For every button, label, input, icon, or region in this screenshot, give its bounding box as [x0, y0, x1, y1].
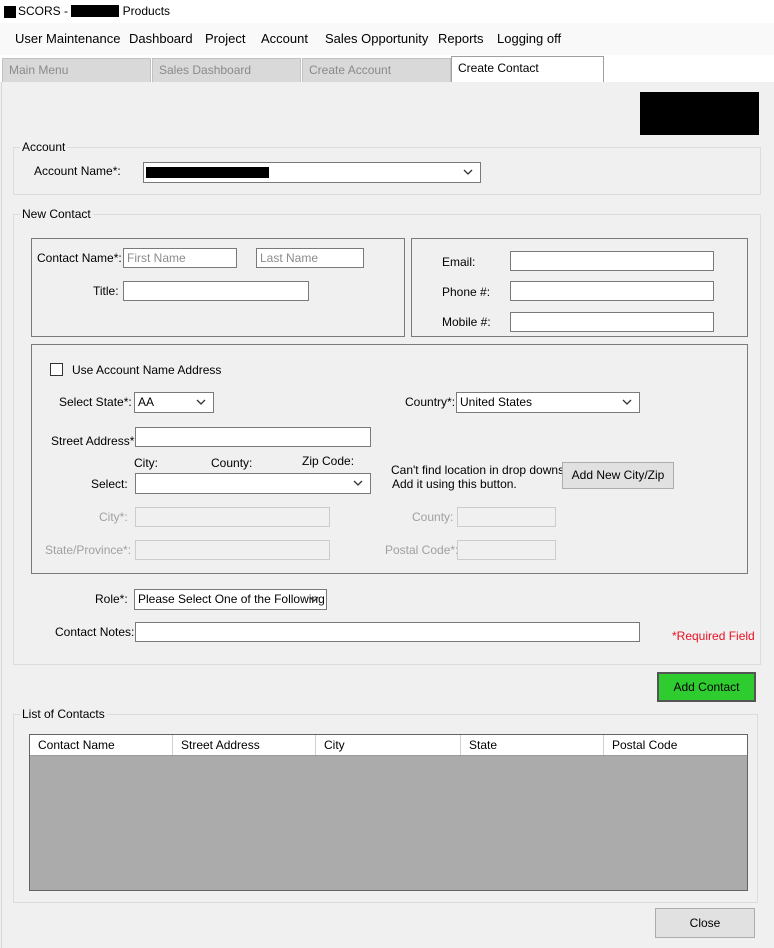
phone-input[interactable] [510, 281, 714, 301]
state-select[interactable]: AA [134, 392, 214, 413]
contacts-list-group-label: List of Contacts [20, 707, 107, 721]
first-name-input[interactable]: First Name [123, 248, 237, 268]
add-city-zip-button[interactable]: Add New City/Zip [562, 462, 674, 489]
city-label: City*: [99, 510, 128, 524]
use-account-address-checkbox[interactable] [50, 363, 63, 376]
add-contact-button[interactable]: Add Contact [657, 672, 756, 702]
menu-project[interactable]: Project [205, 31, 245, 46]
cant-find-text-line1: Can't find location in drop downs? [391, 463, 571, 477]
state-province-input [135, 540, 330, 560]
tab-sales-dashboard[interactable]: Sales Dashboard [152, 58, 301, 82]
menu-account[interactable]: Account [261, 31, 308, 46]
tab-main-menu[interactable]: Main Menu [2, 58, 151, 82]
contacts-grid-header: Contact Name Street Address City State P… [30, 735, 747, 756]
required-field-note: *Required Field [672, 629, 755, 643]
role-select[interactable]: Please Select One of the Following [134, 589, 327, 610]
chevron-down-icon [309, 596, 319, 602]
tab-create-account[interactable]: Create Account [302, 58, 451, 82]
chevron-down-icon [622, 399, 632, 405]
menu-sales-opportunity[interactable]: Sales Opportunity [325, 31, 428, 46]
account-name-label: Account Name*: [34, 164, 121, 178]
street-address-input[interactable] [135, 427, 371, 447]
use-account-address-label: Use Account Name Address [72, 363, 222, 377]
title-input[interactable] [123, 281, 309, 301]
county-label: County: [412, 510, 454, 524]
email-label: Email: [442, 255, 476, 269]
contact-notes-input[interactable] [135, 622, 640, 642]
menu-dashboard[interactable]: Dashboard [129, 31, 193, 46]
new-contact-group-label: New Contact [20, 207, 93, 221]
title-bar: SCORS - Products [0, 0, 774, 23]
menu-bar: User Maintenance Dashboard Project Accou… [0, 23, 774, 55]
postal-code-label: Postal Code*: [385, 543, 459, 557]
window-title-prefix: SCORS - [18, 4, 72, 18]
select-state-label: Select State*: [59, 395, 132, 409]
tab-create-contact[interactable]: Create Contact [451, 56, 604, 82]
column-header-street-address[interactable]: Street Address [173, 735, 316, 755]
column-header-state[interactable]: State [461, 735, 604, 755]
location-select-label: Select: [91, 477, 128, 491]
mobile-label: Mobile #: [442, 315, 491, 329]
chevron-down-icon [353, 480, 363, 486]
city-column-label: City: [134, 456, 158, 470]
state-province-label: State/Province*: [45, 543, 132, 557]
account-name-select[interactable] [143, 162, 481, 183]
app-icon [4, 6, 16, 18]
redacted-block [71, 5, 120, 17]
postal-code-input [457, 540, 556, 560]
account-group-label: Account [20, 140, 68, 154]
zip-column-label: Zip Code: [302, 454, 355, 468]
country-select[interactable]: United States [456, 392, 640, 413]
country-label: Country*: [405, 395, 456, 409]
email-input[interactable] [510, 251, 714, 271]
city-input [135, 507, 330, 527]
cant-find-text-line2: Add it using this button. [392, 477, 517, 491]
county-column-label: County: [211, 456, 253, 470]
role-select-value: Please Select One of the Following [138, 592, 325, 606]
role-label: Role*: [95, 592, 128, 606]
chevron-down-icon [196, 399, 206, 405]
column-header-city[interactable]: City [316, 735, 461, 755]
last-name-input[interactable]: Last Name [256, 248, 364, 268]
contact-name-label: Contact Name*: [37, 251, 122, 265]
chevron-down-icon [463, 169, 473, 175]
menu-logging-off[interactable]: Logging off [497, 31, 561, 46]
state-select-value: AA [138, 395, 155, 409]
column-header-contact-name[interactable]: Contact Name [30, 735, 173, 755]
county-input [457, 507, 556, 527]
window-title: SCORS - Products [18, 4, 170, 18]
location-select[interactable] [135, 473, 371, 494]
window-title-suffix: Products [119, 4, 171, 18]
street-address-label: Street Address*: [51, 434, 138, 448]
menu-reports[interactable]: Reports [438, 31, 484, 46]
phone-label: Phone #: [442, 285, 491, 299]
title-label: Title: [93, 284, 119, 298]
menu-user-maintenance[interactable]: User Maintenance [15, 31, 121, 46]
contacts-grid[interactable]: Contact Name Street Address City State P… [29, 734, 748, 891]
mobile-input[interactable] [510, 312, 714, 332]
contact-notes-label: Contact Notes: [55, 625, 135, 639]
country-select-value: United States [460, 395, 533, 409]
close-button[interactable]: Close [655, 908, 755, 938]
redacted-account-name [146, 167, 269, 178]
redacted-logo [640, 92, 759, 135]
column-header-postal-code[interactable]: Postal Code [604, 735, 747, 755]
